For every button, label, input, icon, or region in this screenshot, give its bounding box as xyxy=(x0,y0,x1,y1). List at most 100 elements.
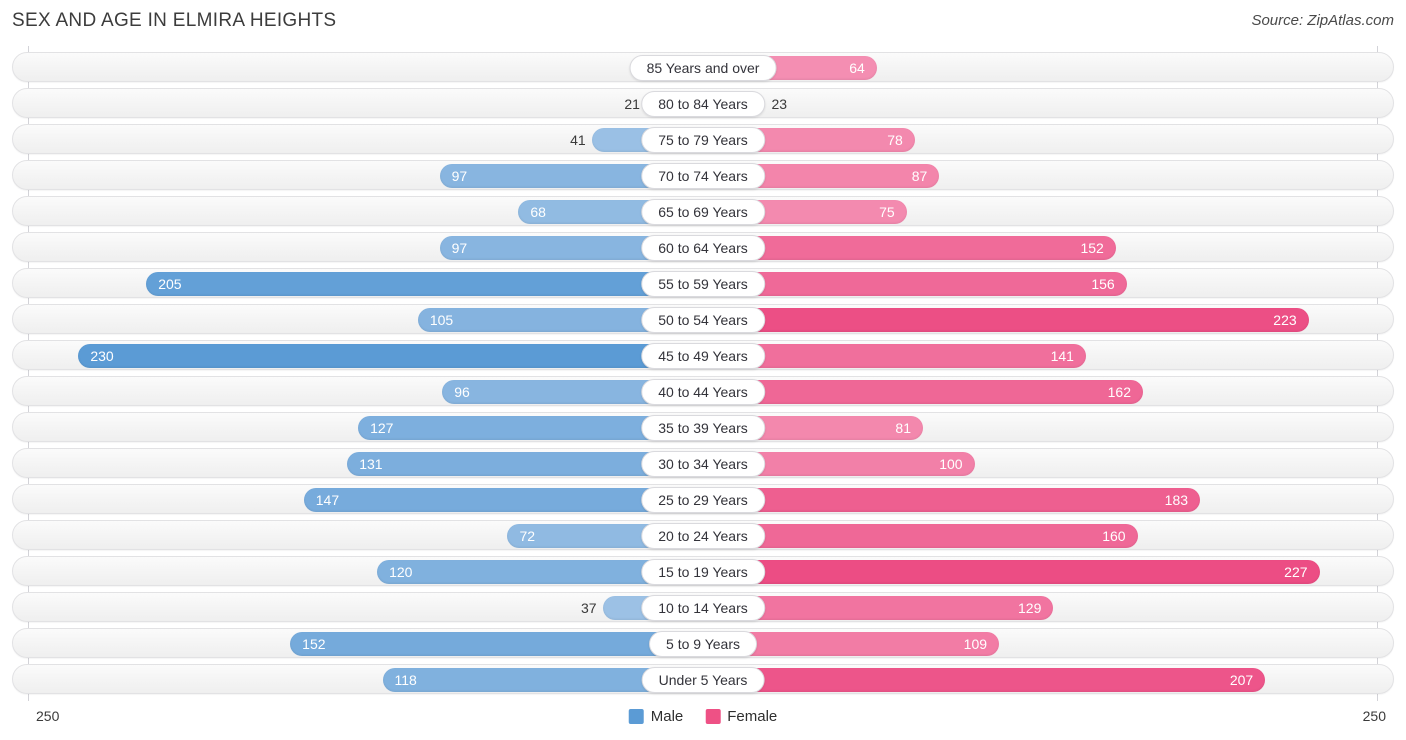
age-group-label: 45 to 49 Years xyxy=(641,343,765,369)
row-inner: 37 129 10 to 14 Years xyxy=(13,593,1393,621)
row-inner: 152 109 5 to 9 Years xyxy=(13,629,1393,657)
table-row[interactable]: 97 87 70 to 74 Years xyxy=(12,160,1394,190)
table-row[interactable]: 147 183 25 to 29 Years xyxy=(12,484,1394,514)
row-inner: 118 207 Under 5 Years xyxy=(13,665,1393,693)
row-inner: 147 183 25 to 29 Years xyxy=(13,485,1393,513)
female-bar[interactable] xyxy=(703,488,1201,512)
age-group-label: 35 to 39 Years xyxy=(641,415,765,441)
age-group-label: 70 to 74 Years xyxy=(641,163,765,189)
female-value-label: 78 xyxy=(887,132,903,148)
row-inner: 41 78 75 to 79 Years xyxy=(13,125,1393,153)
table-row[interactable]: 152 109 5 to 9 Years xyxy=(12,628,1394,658)
female-bar[interactable] xyxy=(703,236,1116,260)
female-bar[interactable] xyxy=(703,524,1138,548)
legend-label: Male xyxy=(650,708,684,725)
female-value-label: 207 xyxy=(1229,672,1254,688)
age-group-label: 5 to 9 Years xyxy=(649,631,757,657)
male-value-label: 68 xyxy=(530,204,546,220)
male-value-label: 120 xyxy=(389,564,413,580)
table-row[interactable]: 205 156 55 to 59 Years xyxy=(12,268,1394,298)
table-row[interactable]: 127 81 35 to 39 Years xyxy=(12,412,1394,442)
row-inner: 120 227 15 to 19 Years xyxy=(13,557,1393,585)
female-bar[interactable] xyxy=(703,380,1143,404)
female-value-label: 223 xyxy=(1273,312,1297,328)
male-value-label: 230 xyxy=(90,348,114,364)
male-value-label: 96 xyxy=(454,384,470,400)
age-group-label: 15 to 19 Years xyxy=(641,559,765,585)
male-value-label: 127 xyxy=(370,420,394,436)
legend-label: Female xyxy=(727,708,778,725)
female-value-label: 160 xyxy=(1102,528,1126,544)
table-row[interactable]: 131 100 30 to 34 Years xyxy=(12,448,1394,478)
table-row[interactable]: 37 129 10 to 14 Years xyxy=(12,592,1394,622)
source-attribution: Source: ZipAtlas.com xyxy=(1251,12,1394,29)
table-row[interactable]: 41 78 75 to 79 Years xyxy=(12,124,1394,154)
age-group-label: 50 to 54 Years xyxy=(641,307,765,333)
table-row[interactable]: 72 160 20 to 24 Years xyxy=(12,520,1394,550)
row-inner: 97 152 60 to 64 Years xyxy=(13,233,1393,261)
female-value-label: 141 xyxy=(1050,348,1074,364)
male-value-label: 131 xyxy=(359,456,383,472)
male-value-label: 97 xyxy=(451,240,468,256)
age-group-label: 85 Years and over xyxy=(629,55,777,81)
chart-footer: 250 250 Male Female xyxy=(0,703,1406,740)
female-bar[interactable] xyxy=(703,560,1320,584)
female-value-label: 81 xyxy=(895,420,911,436)
legend-item-male[interactable]: Male xyxy=(628,708,684,725)
age-group-label: 25 to 29 Years xyxy=(641,487,765,513)
male-value-label: 205 xyxy=(158,276,182,292)
table-row[interactable]: 96 162 40 to 44 Years xyxy=(12,376,1394,406)
table-row[interactable]: 120 227 15 to 19 Years xyxy=(12,556,1394,586)
male-value-label: 21 xyxy=(624,96,640,112)
chart-legend: Male Female xyxy=(628,708,777,725)
male-value-label: 105 xyxy=(429,312,454,328)
male-bar[interactable] xyxy=(146,272,703,296)
female-bar[interactable] xyxy=(703,272,1127,296)
row-inner: 127 81 35 to 39 Years xyxy=(13,413,1393,441)
row-inner: 205 156 55 to 59 Years xyxy=(13,269,1393,297)
row-inner: 72 160 20 to 24 Years xyxy=(13,521,1393,549)
plot-area: 186485 Years and over212380 to 84 Years4… xyxy=(0,46,1406,703)
male-value-label: 118 xyxy=(394,672,417,688)
age-group-label: 60 to 64 Years xyxy=(641,235,765,261)
age-group-label: 30 to 34 Years xyxy=(641,451,765,477)
female-value-label: 183 xyxy=(1164,492,1189,508)
male-bar[interactable] xyxy=(290,632,703,656)
age-group-label: 65 to 69 Years xyxy=(641,199,765,225)
chart-header: SEX AND AGE IN ELMIRA HEIGHTS Source: Zi… xyxy=(0,0,1406,46)
female-value-label: 87 xyxy=(911,168,928,184)
male-bar[interactable] xyxy=(78,344,703,368)
female-bar[interactable] xyxy=(703,308,1309,332)
age-group-label: 10 to 14 Years xyxy=(641,595,765,621)
table-row[interactable]: 21 23 80 to 84 Years xyxy=(12,88,1394,118)
female-value-label: 64 xyxy=(849,60,865,76)
female-value-label: 100 xyxy=(939,456,963,472)
male-value-label: 147 xyxy=(315,492,340,508)
row-inner: 131 100 30 to 34 Years xyxy=(13,449,1393,477)
table-row[interactable]: 186485 Years and over xyxy=(12,52,1394,82)
row-inner: 97 87 70 to 74 Years xyxy=(13,161,1393,189)
female-value-label: 23 xyxy=(771,96,788,112)
table-row[interactable]: 68 75 65 to 69 Years xyxy=(12,196,1394,226)
female-bar[interactable] xyxy=(703,668,1266,692)
age-group-label: Under 5 Years xyxy=(641,667,765,693)
age-group-label: 40 to 44 Years xyxy=(641,379,765,405)
table-row[interactable]: 118 207 Under 5 Years xyxy=(12,664,1394,694)
age-group-label: 55 to 59 Years xyxy=(641,271,765,297)
population-pyramid-chart: SEX AND AGE IN ELMIRA HEIGHTS Source: Zi… xyxy=(0,0,1406,740)
female-value-label: 129 xyxy=(1018,600,1042,616)
age-group-label: 80 to 84 Years xyxy=(641,91,765,117)
legend-swatch-icon xyxy=(628,709,644,724)
axis-max-left: 250 xyxy=(36,708,60,724)
age-group-label: 75 to 79 Years xyxy=(641,127,765,153)
male-value-label: 41 xyxy=(570,132,586,148)
male-value-label: 152 xyxy=(302,636,326,652)
legend-item-female[interactable]: Female xyxy=(705,708,777,725)
female-value-label: 162 xyxy=(1107,384,1131,400)
table-row[interactable]: 105 223 50 to 54 Years xyxy=(12,304,1394,334)
female-value-label: 227 xyxy=(1284,564,1308,580)
male-value-label: 72 xyxy=(519,528,536,544)
table-row[interactable]: 97 152 60 to 64 Years xyxy=(12,232,1394,262)
female-value-label: 109 xyxy=(963,636,988,652)
table-row[interactable]: 230 141 45 to 49 Years xyxy=(12,340,1394,370)
